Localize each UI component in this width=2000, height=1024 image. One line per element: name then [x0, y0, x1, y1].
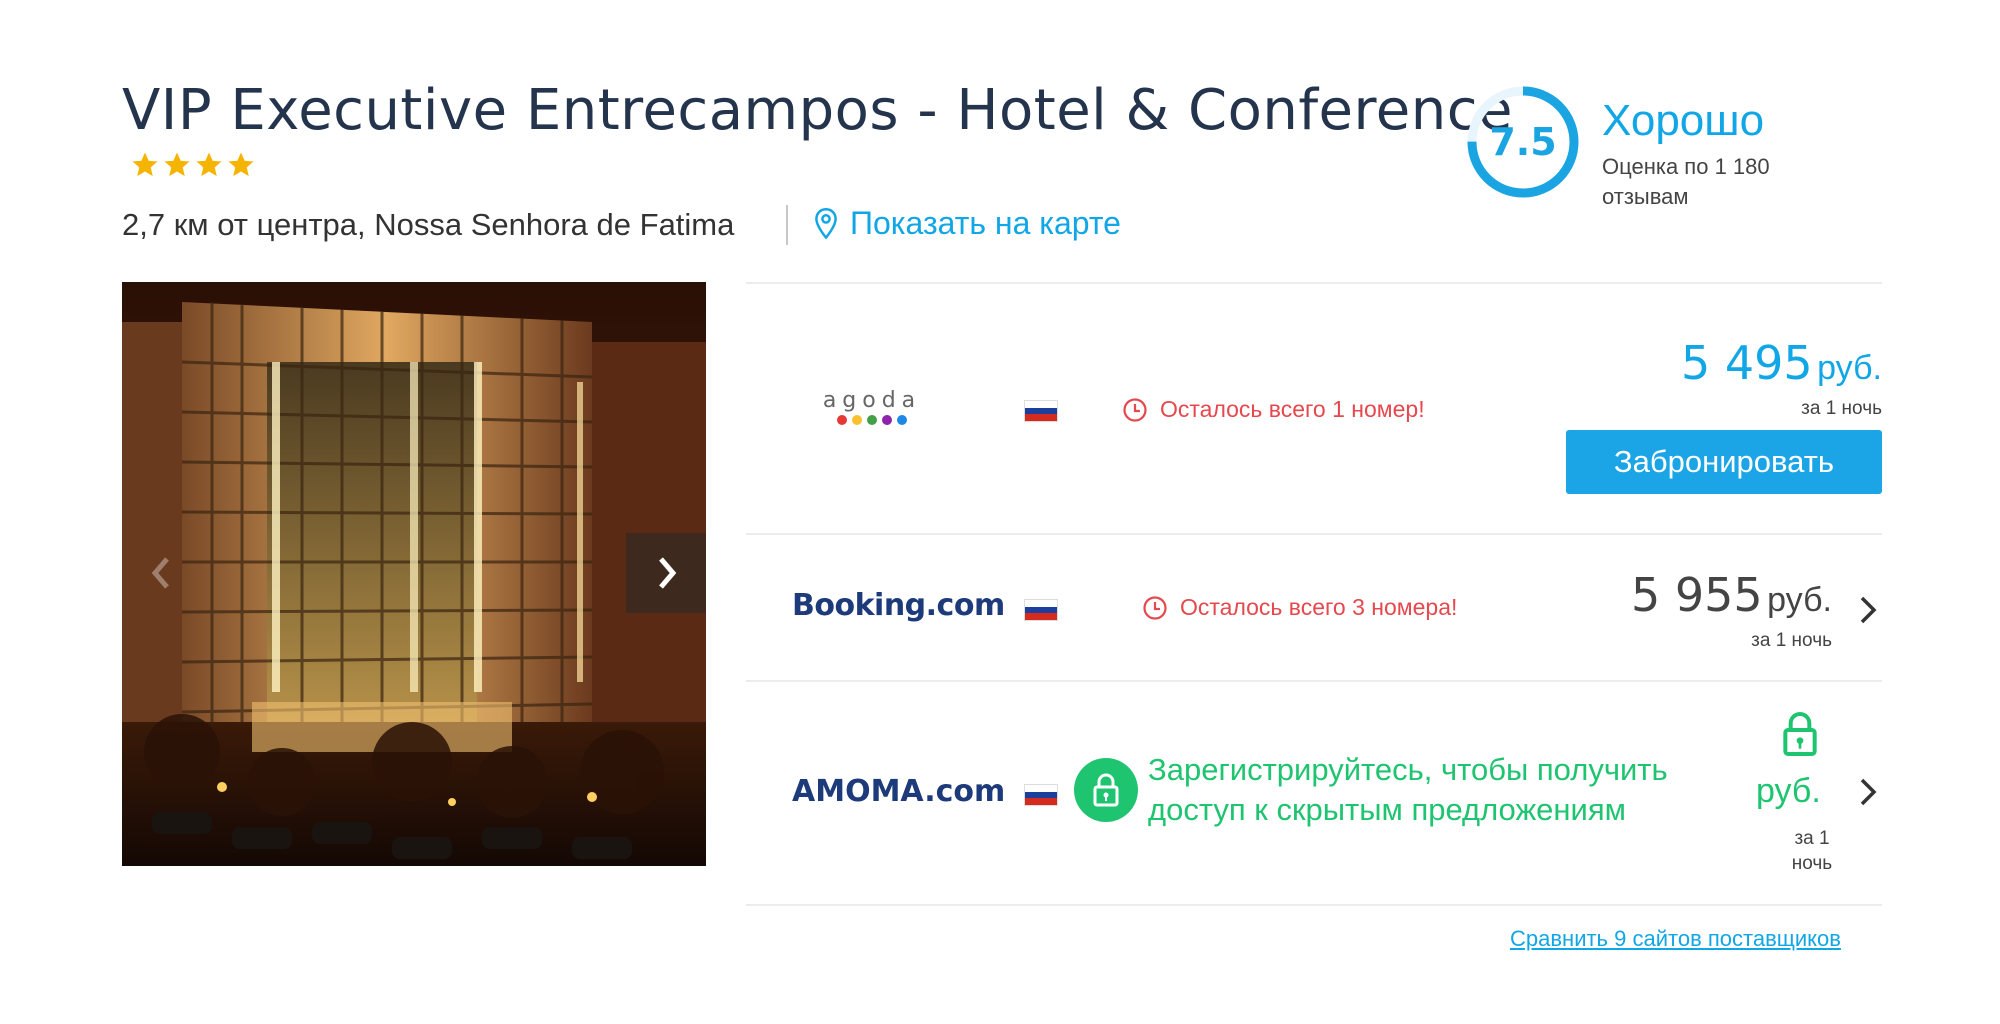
amoma-logo-text: AMOMA.com: [792, 774, 1006, 809]
hidden-deals-promo[interactable]: Зарегистрируйтесь, чтобы получить доступ…: [1148, 750, 1748, 830]
show-on-map-label: Показать на карте: [850, 205, 1121, 241]
urgency-text: Осталось всего 1 номер!: [1160, 396, 1425, 422]
offer-divider: [746, 680, 1882, 682]
rating-score: 7.5: [1489, 120, 1557, 164]
divider: [786, 205, 788, 245]
chevron-right-icon: [659, 557, 677, 589]
hotel-photo-image: [122, 282, 706, 866]
star-icon: [228, 152, 254, 177]
price-currency: руб.: [1756, 772, 1821, 810]
star-icon: [196, 152, 222, 177]
agoda-dots: [822, 415, 922, 425]
amoma-logo[interactable]: AMOMA.com: [792, 774, 1005, 809]
urgency-message: Осталось всего 3 номера!: [1142, 594, 1457, 621]
russia-flag-icon: [1024, 400, 1058, 422]
offer-price: 5 955 руб.: [1631, 568, 1832, 622]
urgency-message: Осталось всего 1 номер!: [1122, 396, 1425, 423]
booking-logo-text: Booking.com: [792, 588, 1005, 623]
book-button[interactable]: Забронировать: [1566, 430, 1882, 494]
chevron-right-icon[interactable]: [1852, 590, 1882, 630]
chevron-right-icon[interactable]: [1852, 772, 1882, 812]
offer-divider: [746, 282, 1882, 284]
rating-label: Хорошо: [1602, 96, 1765, 145]
agoda-logo[interactable]: agoda: [822, 388, 922, 425]
agoda-logo-text: agoda: [822, 388, 922, 413]
per-night-label: за 1 ночь: [1791, 828, 1833, 874]
russia-flag-icon: [1024, 599, 1058, 621]
russia-flag-icon: [1024, 784, 1058, 806]
lock-icon: [1093, 773, 1119, 807]
offer-price: 5 495 руб.: [1681, 336, 1882, 390]
show-on-map-link[interactable]: Показать на карте: [812, 205, 1121, 242]
offer-divider: [746, 904, 1882, 906]
per-night-label: за 1 ночь: [1751, 630, 1832, 651]
gallery-prev-button[interactable]: [122, 533, 202, 613]
price-currency: руб.: [1817, 349, 1882, 387]
map-pin-icon: [815, 207, 837, 240]
price-value: 5 495: [1681, 336, 1813, 390]
star-icon: [132, 152, 158, 177]
star-icon: [164, 152, 190, 177]
price-currency: руб.: [1767, 581, 1832, 619]
offer-divider: [746, 533, 1882, 535]
price-value: 5 955: [1631, 568, 1763, 622]
gallery-next-button[interactable]: [626, 533, 706, 613]
lock-icon: [1783, 712, 1817, 756]
star-rating: [130, 150, 256, 180]
hotel-title: VIP Executive Entrecampos - Hotel & Conf…: [122, 78, 1513, 143]
chevron-left-icon: [151, 557, 169, 589]
urgency-text: Осталось всего 3 номера!: [1180, 594, 1458, 620]
clock-icon: [1123, 397, 1147, 422]
hotel-photo[interactable]: [122, 282, 706, 866]
compare-providers-link[interactable]: Сравнить 9 сайтов поставщиков: [1510, 926, 1841, 952]
rating-reviews: Оценка по 1 180 отзывам: [1602, 154, 1770, 209]
per-night-label: за 1 ночь: [1801, 398, 1882, 419]
booking-logo[interactable]: Booking.com: [792, 588, 1005, 623]
hotel-location: 2,7 км от центра, Nossa Senhora de Fatim…: [122, 207, 735, 242]
lock-badge: [1074, 758, 1138, 822]
clock-icon: [1143, 595, 1167, 620]
